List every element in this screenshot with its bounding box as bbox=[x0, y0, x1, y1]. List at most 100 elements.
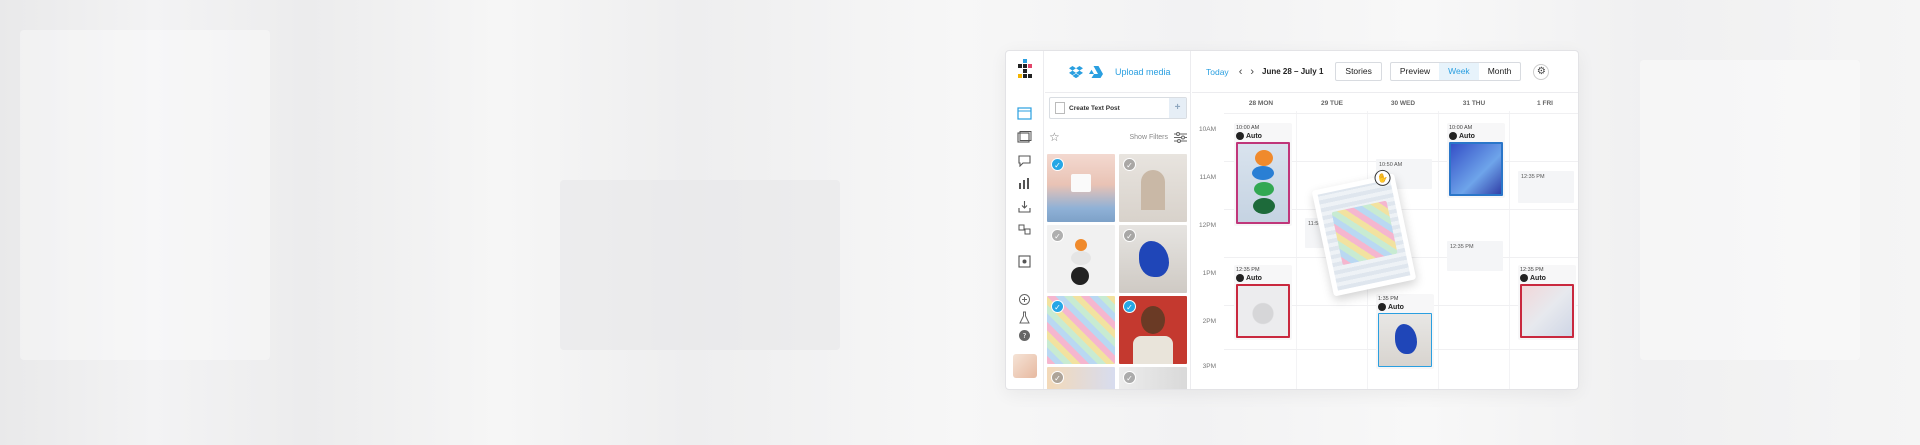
media-thumbnail-gallery[interactable]: ✓ bbox=[1119, 367, 1187, 389]
scheduled-post[interactable]: 1:35 PM Auto bbox=[1376, 294, 1434, 369]
unselected-check-icon[interactable]: ✓ bbox=[1123, 371, 1136, 384]
stories-button[interactable]: Stories bbox=[1335, 62, 1382, 81]
slot-time: 10:50 AM bbox=[1379, 162, 1403, 168]
today-button[interactable]: Today bbox=[1206, 67, 1229, 77]
hour-divider bbox=[1224, 113, 1578, 114]
unselected-check-icon[interactable]: ✓ bbox=[1051, 229, 1064, 242]
media-panel: Upload media Create Text Post + ☆ Show F… bbox=[1045, 51, 1191, 389]
conversations-icon[interactable] bbox=[1017, 154, 1032, 168]
post-thumbnail bbox=[1449, 142, 1503, 196]
selected-check-icon[interactable]: ✓ bbox=[1123, 300, 1136, 313]
month-tab[interactable]: Month bbox=[1479, 63, 1521, 80]
media-thumbnail-balloon-dog[interactable]: ✓ bbox=[1119, 225, 1187, 293]
post-time: 12:35 PM bbox=[1236, 267, 1260, 273]
calendar-icon[interactable] bbox=[1017, 107, 1032, 120]
time-label: 2PM bbox=[1202, 318, 1216, 325]
labs-flask-icon[interactable] bbox=[1017, 311, 1032, 324]
scheduled-post[interactable]: 10:00 AM Auto bbox=[1234, 123, 1292, 226]
media-thumbnail-pastel[interactable]: ✓ bbox=[1047, 367, 1115, 389]
time-label: 12PM bbox=[1199, 222, 1216, 229]
google-drive-icon[interactable] bbox=[1089, 65, 1103, 78]
day-header: 30 WED bbox=[1390, 100, 1416, 107]
instagram-icon bbox=[1236, 274, 1244, 282]
add-circle-icon[interactable] bbox=[1017, 293, 1032, 306]
unselected-check-icon[interactable]: ✓ bbox=[1123, 229, 1136, 242]
view-switcher: Preview Week Month bbox=[1389, 62, 1522, 81]
post-thumbnail bbox=[1520, 284, 1574, 338]
media-thumbnail-keyboard[interactable]: ✓ bbox=[1047, 296, 1115, 364]
calendar-toolbar: Today ‹ › June 28 – July 1 Stories Previ… bbox=[1192, 51, 1578, 93]
instagram-icon bbox=[1378, 303, 1386, 311]
instagram-icon bbox=[1236, 132, 1244, 140]
help-icon[interactable]: ? bbox=[1017, 329, 1032, 342]
media-thumbnail-sculpture[interactable]: ✓ bbox=[1047, 225, 1115, 293]
post-auto-label: Auto bbox=[1236, 274, 1290, 282]
create-text-post-label: Create Text Post bbox=[1069, 104, 1120, 112]
post-thumbnail bbox=[1378, 313, 1432, 367]
empty-time-slot[interactable]: 12:35 PM bbox=[1447, 241, 1503, 271]
star-icon[interactable]: ☆ bbox=[1049, 130, 1060, 144]
create-text-post-button[interactable]: Create Text Post + bbox=[1049, 97, 1187, 119]
unselected-check-icon[interactable]: ✓ bbox=[1123, 158, 1136, 171]
dragged-media-card[interactable]: ✋ bbox=[1311, 168, 1417, 297]
show-filters-link[interactable]: Show Filters bbox=[1129, 134, 1168, 141]
media-thumbnail-arch[interactable]: ✓ bbox=[1119, 154, 1187, 222]
document-icon bbox=[1055, 102, 1065, 114]
inbox-download-icon[interactable] bbox=[1017, 200, 1032, 213]
preview-tab[interactable]: Preview bbox=[1391, 63, 1439, 80]
post-time: 1:35 PM bbox=[1378, 296, 1399, 302]
media-thumbnail-mug[interactable]: ✓ bbox=[1047, 154, 1115, 222]
instagram-icon bbox=[1449, 132, 1457, 140]
time-label: 10AM bbox=[1199, 126, 1216, 133]
post-auto-label: Auto bbox=[1449, 132, 1503, 140]
media-library-icon[interactable] bbox=[1017, 131, 1032, 144]
media-upload-bar: Upload media bbox=[1045, 51, 1190, 93]
post-thumbnail bbox=[1236, 284, 1290, 338]
add-icon[interactable]: + bbox=[1169, 98, 1186, 118]
filter-sliders-icon[interactable] bbox=[1174, 131, 1187, 143]
filters-row: ☆ Show Filters bbox=[1049, 129, 1187, 145]
date-range-label: June 28 – July 1 bbox=[1262, 67, 1324, 76]
app-window: ? Upload media Create Text Post + ☆ Show… bbox=[1005, 50, 1579, 390]
user-avatar[interactable] bbox=[1013, 354, 1037, 378]
settings-gear-icon[interactable]: ⚙ bbox=[1533, 63, 1550, 80]
media-grid: ✓ ✓ ✓ ✓ ✓ ✓ ✓ ✓ bbox=[1047, 154, 1189, 389]
svg-text:?: ? bbox=[1023, 332, 1027, 340]
day-header: 28 MON bbox=[1248, 100, 1274, 107]
empty-time-slot[interactable]: 12:35 PM bbox=[1518, 171, 1574, 203]
chevron-left-icon[interactable]: ‹ bbox=[1239, 66, 1243, 78]
slot-time: 12:35 PM bbox=[1450, 244, 1474, 250]
integrations-icon[interactable] bbox=[1017, 255, 1032, 268]
upload-media-link[interactable]: Upload media bbox=[1115, 67, 1171, 77]
instagram-icon bbox=[1520, 274, 1528, 282]
chevron-right-icon[interactable]: › bbox=[1250, 66, 1254, 78]
scheduled-post[interactable]: 12:35 PM Auto bbox=[1234, 265, 1292, 340]
dragged-media-image bbox=[1317, 179, 1411, 291]
media-thumbnail-portrait[interactable]: ✓ bbox=[1119, 296, 1187, 364]
post-time: 12:35 PM bbox=[1520, 267, 1544, 273]
left-nav: ? bbox=[1006, 51, 1044, 389]
time-label: 3PM bbox=[1202, 363, 1216, 370]
time-label: 1PM bbox=[1202, 270, 1216, 277]
background-shape bbox=[20, 30, 270, 360]
app-logo-icon[interactable] bbox=[1014, 58, 1036, 80]
background-shape bbox=[1640, 60, 1860, 360]
post-auto-label: Auto bbox=[1520, 274, 1574, 282]
post-auto-label: Auto bbox=[1236, 132, 1290, 140]
analytics-icon[interactable] bbox=[1017, 177, 1032, 190]
scheduled-post[interactable]: 12:35 PM Auto bbox=[1518, 265, 1576, 340]
scheduled-post[interactable]: 10:00 AM Auto bbox=[1447, 123, 1505, 198]
selected-check-icon[interactable]: ✓ bbox=[1051, 300, 1064, 313]
dropbox-icon[interactable] bbox=[1069, 65, 1083, 78]
day-header: 1 FRI bbox=[1537, 100, 1553, 107]
calendar-view: Today ‹ › June 28 – July 1 Stories Previ… bbox=[1192, 51, 1578, 389]
selected-check-icon[interactable]: ✓ bbox=[1051, 158, 1064, 171]
post-time: 10:00 AM bbox=[1236, 125, 1260, 131]
unselected-check-icon[interactable]: ✓ bbox=[1051, 371, 1064, 384]
link-in-bio-icon[interactable] bbox=[1017, 223, 1032, 236]
background-shape bbox=[560, 180, 840, 350]
week-tab[interactable]: Week bbox=[1439, 63, 1479, 80]
post-time: 10:00 AM bbox=[1449, 125, 1473, 131]
post-thumbnail bbox=[1236, 142, 1290, 224]
post-auto-label: Auto bbox=[1378, 303, 1432, 311]
